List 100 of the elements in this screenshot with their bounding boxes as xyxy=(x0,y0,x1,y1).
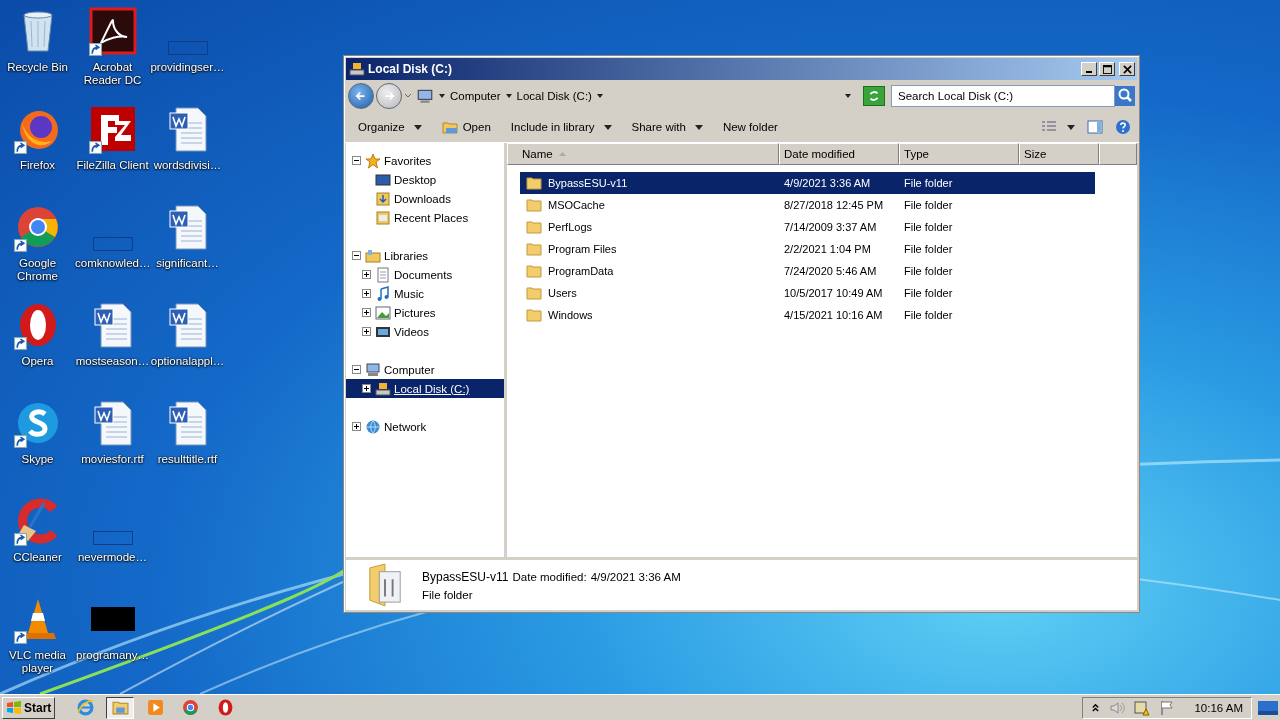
desktop-shortcut[interactable]: FileZilla Client xyxy=(75,103,150,201)
file-row[interactable]: ProgramData 7/24/2020 5:46 AM File folder xyxy=(520,260,1095,282)
tree-item[interactable]: Local Disk (C:) xyxy=(394,382,470,395)
thumbnail-icon xyxy=(92,531,133,545)
column-header[interactable]: Type xyxy=(899,143,1019,165)
close-button[interactable] xyxy=(1119,62,1135,76)
browser-e-icon xyxy=(76,699,94,716)
shortcut-label: comknowled… xyxy=(75,257,150,270)
folder-icon xyxy=(111,699,129,716)
table-cell: File folder xyxy=(904,243,953,255)
desktop-shortcut[interactable]: VLC media player xyxy=(0,593,75,691)
maximize-button[interactable] xyxy=(1099,62,1115,76)
tree-item[interactable]: Music xyxy=(394,287,425,300)
tree-item[interactable]: Network xyxy=(384,420,427,433)
table-cell: File folder xyxy=(904,309,953,321)
breadcrumb-item[interactable]: Local Disk (C:) xyxy=(516,90,592,102)
expand-toggle-icon[interactable] xyxy=(362,289,371,298)
desktop-shortcut[interactable]: Recycle Bin xyxy=(0,5,75,103)
file-row[interactable]: MSOCache 8/27/2018 12:45 PM File folder xyxy=(520,194,1095,216)
desktop-shortcut[interactable]: Google Chrome xyxy=(0,201,75,299)
windows-logo-icon xyxy=(6,699,22,716)
search-field[interactable]: Search Local Disk (C:) xyxy=(891,85,1115,107)
collapse-toggle-icon[interactable] xyxy=(352,365,361,374)
tree-item[interactable]: Pictures xyxy=(394,306,436,319)
tree-item[interactable]: Downloads xyxy=(394,192,451,205)
table-cell: 7/24/2020 5:46 AM xyxy=(784,265,877,277)
desktop-shortcut[interactable]: mostseason… xyxy=(75,299,150,397)
caret-icon[interactable] xyxy=(505,93,512,99)
caret-icon[interactable] xyxy=(439,93,445,99)
show-desktop-icon[interactable] xyxy=(1258,700,1278,715)
desktop-shortcut[interactable]: nevermode… xyxy=(75,495,150,593)
toolbar-button[interactable]: Include in library xyxy=(502,118,620,136)
expand-toggle-icon[interactable] xyxy=(362,308,371,317)
shortcut-label: Opera xyxy=(20,355,55,368)
tree-item[interactable]: Desktop xyxy=(394,173,437,186)
minimize-button[interactable] xyxy=(1081,62,1097,76)
caret-icon[interactable] xyxy=(596,93,603,99)
desktop-shortcut[interactable]: programany… xyxy=(75,593,150,691)
search-icon[interactable] xyxy=(1115,86,1135,106)
expand-toggle-icon[interactable] xyxy=(362,384,371,393)
file-row[interactable]: PerfLogs 7/14/2009 3:37 AM File folder xyxy=(520,216,1095,238)
desktop-shortcut[interactable]: providingser… xyxy=(150,5,225,103)
start-button[interactable]: Start xyxy=(2,696,56,719)
preview-pane-icon[interactable] xyxy=(1087,119,1103,135)
file-row[interactable]: Program Files 2/2/2021 1:04 PM File folder xyxy=(520,238,1095,260)
help-icon[interactable] xyxy=(1115,119,1131,135)
browser-icon xyxy=(181,699,199,716)
network-warning-icon[interactable] xyxy=(1134,699,1151,716)
desktop-shortcut[interactable]: Firefox xyxy=(0,103,75,201)
tree-item[interactable]: Documents xyxy=(394,268,453,281)
tree-item[interactable]: Videos xyxy=(394,325,429,338)
expand-toggle-icon[interactable] xyxy=(362,327,371,336)
toolbar-button[interactable]: Share with xyxy=(623,118,711,136)
caret-icon[interactable] xyxy=(1067,124,1075,130)
desktop-shortcut[interactable]: Skype xyxy=(0,397,75,495)
file-row[interactable]: Windows 4/15/2021 10:16 AM File folder xyxy=(520,304,1095,326)
show-hidden-icons-icon[interactable] xyxy=(1091,702,1101,713)
flag-icon[interactable] xyxy=(1159,699,1176,716)
expand-toggle-icon[interactable] xyxy=(362,270,371,279)
column-header[interactable]: Name xyxy=(507,143,779,165)
computer-icon xyxy=(416,87,434,105)
toolbar-button[interactable]: Open xyxy=(433,116,499,138)
file-row[interactable]: Users 10/5/2017 10:49 AM File folder xyxy=(520,282,1095,304)
table-cell: 4/15/2021 10:16 AM xyxy=(784,309,883,321)
desktop-shortcut[interactable]: comknowled… xyxy=(75,201,150,299)
tree-item[interactable]: Favorites xyxy=(384,154,432,167)
column-header[interactable]: Size xyxy=(1019,143,1099,165)
tree-item[interactable]: Computer xyxy=(384,363,435,376)
breadcrumb-item[interactable]: Computer xyxy=(450,90,501,102)
details-date-label: Date modified: xyxy=(512,570,587,583)
play-icon xyxy=(146,699,164,716)
toolbar-button[interactable]: New folder xyxy=(714,118,786,136)
desktop-shortcut[interactable]: Acrobat Reader DC xyxy=(75,5,150,103)
forward-button[interactable] xyxy=(376,83,402,109)
tree-item[interactable]: Recent Places xyxy=(394,211,469,224)
desktop-shortcut[interactable]: moviesfor.rtf xyxy=(75,397,150,495)
toolbar-button[interactable]: Organize xyxy=(350,118,430,136)
column-header[interactable]: Date modified xyxy=(779,143,899,165)
selected-row-highlight[interactable]: Local Disk (C:) xyxy=(346,379,504,398)
table-cell: File folder xyxy=(904,177,953,189)
dropdown-caret-icon[interactable] xyxy=(845,93,851,99)
taskbar-app-button[interactable] xyxy=(106,696,135,719)
shortcut-label: providingser… xyxy=(150,61,225,74)
desktop-shortcut[interactable]: CCleaner xyxy=(0,495,75,593)
clock[interactable]: 10:16 AM xyxy=(1194,701,1243,714)
desktop-shortcut[interactable]: wordsdivisi… xyxy=(150,103,225,201)
desktop-shortcut[interactable]: Opera xyxy=(0,299,75,397)
expand-toggle-icon[interactable] xyxy=(352,422,361,431)
shortcut-label: nevermode… xyxy=(76,551,148,564)
selected-row[interactable]: BypassESU-v11 4/9/2021 3:36 AM File folder xyxy=(520,172,1095,194)
back-button[interactable] xyxy=(348,83,374,109)
collapse-toggle-icon[interactable] xyxy=(352,251,361,260)
refresh-button[interactable] xyxy=(863,86,885,106)
desktop-shortcut[interactable]: optionalappl… xyxy=(150,299,225,397)
collapse-toggle-icon[interactable] xyxy=(352,156,361,165)
desktop-shortcut[interactable]: significant… xyxy=(150,201,225,299)
desktop-shortcut[interactable]: resulttitle.rtf xyxy=(150,397,225,495)
file-name: PerfLogs xyxy=(548,221,593,233)
history-caret-icon[interactable] xyxy=(404,93,412,99)
tree-item[interactable]: Libraries xyxy=(384,249,429,262)
